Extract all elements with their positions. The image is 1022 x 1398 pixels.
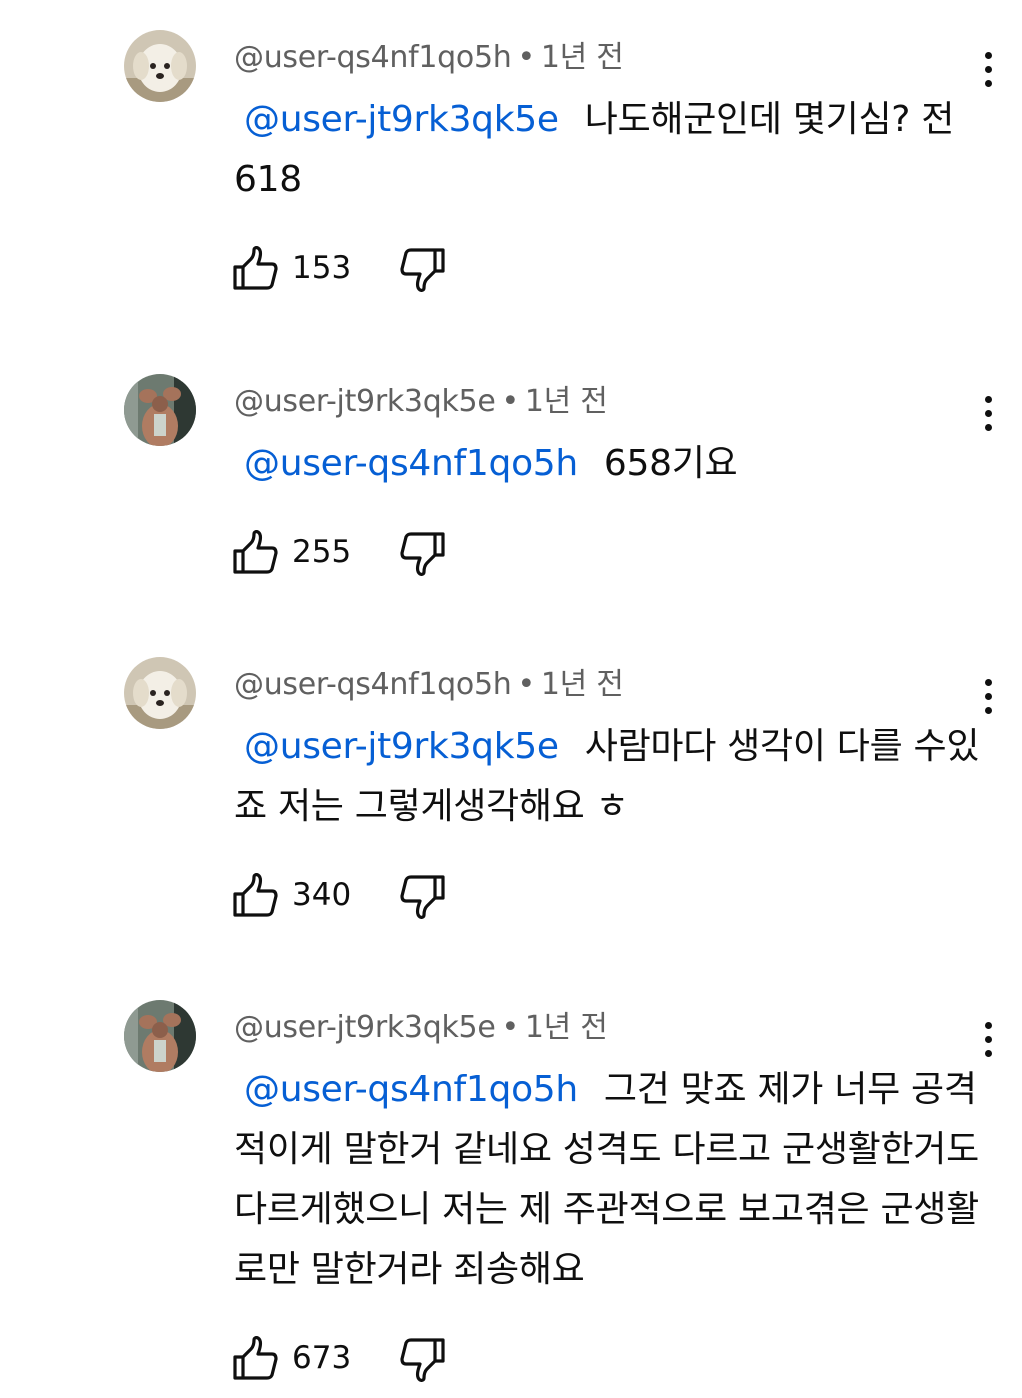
like-count: 673 — [292, 1340, 352, 1376]
puppy-avatar-icon — [124, 30, 196, 102]
muscle-avatar-icon — [124, 374, 196, 446]
like-count: 255 — [292, 534, 352, 570]
thumb-down-icon[interactable] — [400, 1336, 446, 1382]
meta-separator: • — [501, 384, 519, 419]
comment-meta: @user-jt9rk3qk5e • 1년 전 — [234, 1002, 608, 1046]
thumb-down-icon[interactable] — [400, 873, 446, 919]
thumb-down-icon[interactable] — [400, 530, 446, 576]
mention-link[interactable]: @user-qs4nf1qo5h — [244, 443, 578, 484]
comment-time: 1년 전 — [524, 384, 608, 419]
mention-link[interactable]: @user-jt9rk3qk5e — [244, 99, 559, 140]
comment-text: @user-jt9rk3qk5e 나도해군인데 몇기심? 전 618 — [234, 90, 994, 210]
mention-link[interactable]: @user-qs4nf1qo5h — [244, 1069, 578, 1110]
comment-author[interactable]: @user-jt9rk3qk5e — [234, 1010, 496, 1045]
more-options-icon[interactable] — [970, 46, 1006, 94]
comment-meta: @user-qs4nf1qo5h • 1년 전 — [234, 659, 624, 703]
comment-time: 1년 전 — [524, 1010, 608, 1045]
like-count: 153 — [292, 250, 352, 286]
like-count: 340 — [292, 877, 352, 913]
comment-meta: @user-jt9rk3qk5e • 1년 전 — [234, 376, 608, 420]
comment-time: 1년 전 — [540, 667, 624, 702]
thumb-up-icon[interactable] — [232, 246, 278, 292]
mention-link[interactable]: @user-jt9rk3qk5e — [244, 726, 559, 767]
meta-separator: • — [501, 1010, 519, 1045]
more-options-icon[interactable] — [970, 1016, 1006, 1064]
comment-text: @user-qs4nf1qo5h 그건 맞죠 제가 너무 공격적이게 말한거 같네… — [234, 1060, 994, 1300]
muscle-avatar-icon — [124, 1000, 196, 1072]
thumb-up-icon[interactable] — [232, 873, 278, 919]
comment-meta: @user-qs4nf1qo5h • 1년 전 — [234, 32, 624, 76]
avatar[interactable] — [124, 30, 196, 102]
comment-author[interactable]: @user-qs4nf1qo5h — [234, 667, 512, 702]
avatar[interactable] — [124, 1000, 196, 1072]
more-options-icon[interactable] — [970, 390, 1006, 438]
more-options-icon[interactable] — [970, 673, 1006, 721]
comment-time: 1년 전 — [540, 40, 624, 75]
comment-author[interactable]: @user-qs4nf1qo5h — [234, 40, 512, 75]
comment-author[interactable]: @user-jt9rk3qk5e — [234, 384, 496, 419]
puppy-avatar-icon — [124, 657, 196, 729]
comment-text: @user-qs4nf1qo5h 658기요 — [234, 434, 994, 494]
thumb-down-icon[interactable] — [400, 246, 446, 292]
meta-separator: • — [517, 667, 535, 702]
meta-separator: • — [517, 40, 535, 75]
comment-body: 658기요 — [603, 443, 738, 484]
thumb-up-icon[interactable] — [232, 530, 278, 576]
avatar[interactable] — [124, 374, 196, 446]
avatar[interactable] — [124, 657, 196, 729]
thumb-up-icon[interactable] — [232, 1336, 278, 1382]
comment-text: @user-jt9rk3qk5e 사람마다 생각이 다를 수있죠 저는 그렇게생각… — [234, 717, 994, 837]
